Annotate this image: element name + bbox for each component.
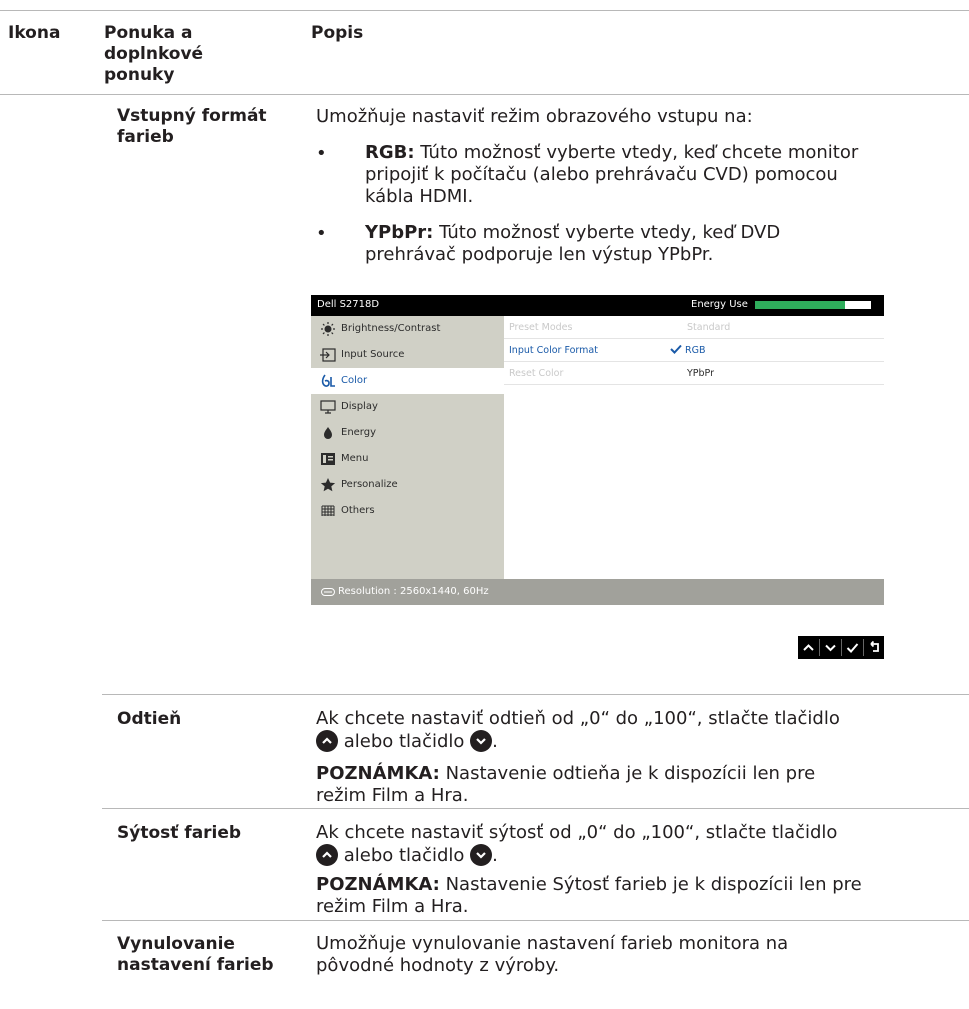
energy-use-bar — [755, 301, 871, 309]
down-button-icon — [470, 730, 493, 752]
resolution-text: Resolution : 2560x1440, 60Hz — [338, 586, 489, 597]
up-icon — [803, 644, 814, 651]
row-rule — [102, 808, 969, 809]
check-icon — [846, 643, 859, 653]
osd-screenshot: Dell S2718D Energy Use Brightness/Contra… — [311, 295, 884, 605]
star-icon — [320, 478, 336, 492]
down-button-icon — [470, 844, 493, 866]
osd-menu-label: Input Source — [341, 349, 405, 360]
input-color-intro: Umožňuje nastaviť režim obrazového vstup… — [316, 106, 753, 127]
up-button-icon — [316, 730, 338, 752]
osd-menu-item-display[interactable]: Display — [311, 394, 504, 420]
osd-menu-label: Brightness/Contrast — [341, 323, 441, 334]
bullet-dot: • — [316, 143, 327, 164]
header-rule — [0, 94, 969, 95]
back-button[interactable] — [864, 636, 885, 659]
osd-menu-item-others[interactable]: Others — [311, 498, 504, 524]
down-button[interactable] — [820, 636, 841, 659]
osd-submenu: Preset Modes Standard Input Color Format… — [504, 316, 884, 579]
row-name-saturation: Sýtosť farieb — [117, 823, 242, 843]
osd-menu-item-brightness-contrast[interactable]: Brightness/Contrast — [311, 316, 504, 342]
check-icon — [670, 344, 682, 357]
display-icon — [320, 400, 336, 414]
hue-description: Ak chcete nastaviť odtieň od „0“ do „100… — [316, 708, 840, 752]
hue-note: POZNÁMKA: Nastavenie odtieňa je k dispoz… — [316, 763, 816, 806]
others-icon — [320, 504, 336, 518]
osd-model: Dell S2718D — [317, 299, 380, 310]
osd-menu-item-menu[interactable]: Menu — [311, 446, 504, 472]
osd-menu: Brightness/Contrast Input Source Color D… — [311, 316, 504, 579]
energy-use-fill — [755, 301, 846, 309]
row-name-reset-color: Vynulovanie nastavení farieb — [117, 934, 274, 975]
osd-menu-label: Others — [341, 505, 375, 516]
bullet-rgb: RGB: Túto možnosť vyberte vtedy, keď chc… — [365, 142, 859, 207]
bullet-ypbpr: YPbPr: Túto možnosť vyberte vtedy, keď D… — [365, 222, 781, 265]
osd-menu-label: Display — [341, 401, 378, 412]
osd-menu-label: Energy — [341, 427, 377, 438]
osd-option-reset-color[interactable]: Reset Color YPbPr — [504, 362, 884, 385]
osd-nav-buttons — [798, 636, 884, 659]
input-source-icon — [320, 348, 336, 362]
back-icon — [870, 640, 879, 652]
menu-icon — [320, 452, 336, 466]
osd-option-input-color-format[interactable]: Input Color Format RGB — [504, 339, 884, 362]
row-rule — [102, 920, 969, 921]
osd-status-bar: Resolution : 2560x1440, 60Hz — [311, 579, 884, 605]
saturation-description: Ak chcete nastaviť sýtosť od „0“ do „100… — [316, 822, 838, 866]
osd-option-preset-modes[interactable]: Preset Modes Standard — [504, 316, 884, 339]
osd-menu-item-color[interactable]: Color — [311, 368, 504, 394]
row-name-hue: Odtieň — [117, 709, 182, 729]
osd-menu-item-energy[interactable]: Energy — [311, 420, 504, 446]
energy-icon — [320, 426, 336, 440]
osd-title-bar: Dell S2718D Energy Use — [311, 295, 884, 316]
top-rule — [0, 10, 969, 11]
bullet-dot: • — [316, 223, 327, 244]
osd-menu-label: Personalize — [341, 479, 398, 490]
down-icon — [825, 644, 836, 652]
ok-button[interactable] — [842, 636, 863, 659]
osd-menu-item-personalize[interactable]: Personalize — [311, 472, 504, 498]
header-menu-column: Ponuka a doplnkové ponuky — [104, 23, 204, 85]
osd-menu-item-input-source[interactable]: Input Source — [311, 342, 504, 368]
up-button-icon — [316, 844, 338, 866]
color-icon — [320, 374, 336, 388]
osd-menu-label: Color — [341, 375, 368, 386]
up-button[interactable] — [798, 636, 819, 659]
reset-description: Umožňuje vynulovanie nastavení farieb mo… — [316, 933, 789, 976]
osd-menu-label: Menu — [341, 453, 369, 464]
row-rule — [102, 694, 969, 695]
energy-use-label: Energy Use — [691, 299, 748, 310]
cable-icon — [321, 588, 335, 599]
saturation-note: POZNÁMKA: Nastavenie Sýtosť farieb je k … — [316, 874, 862, 917]
brightness-icon — [320, 322, 336, 336]
header-icon-column: Ikona — [8, 23, 61, 43]
header-description-column: Popis — [311, 23, 364, 43]
row-name-input-color-format: Vstupný formát farieb — [117, 106, 267, 147]
